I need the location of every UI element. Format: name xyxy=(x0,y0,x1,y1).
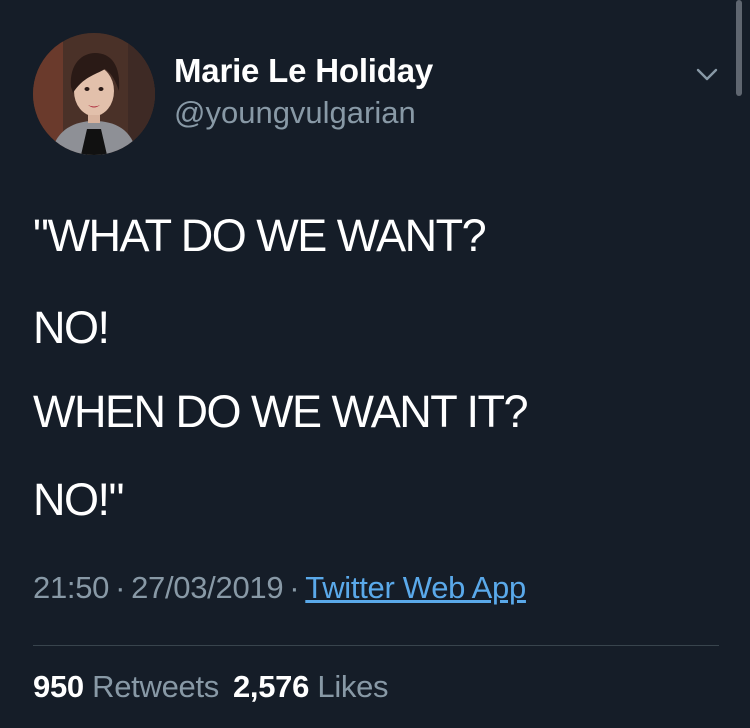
tweet-date[interactable]: 27/03/2019 xyxy=(131,570,283,605)
tweet-text-line: WHEN DO WE WANT IT? xyxy=(33,386,529,437)
display-name[interactable]: Marie Le Holiday xyxy=(174,52,433,90)
separator: · xyxy=(289,570,300,605)
likes-stat[interactable]: 2,576 Likes xyxy=(232,669,389,704)
tweet-text-line: "WHAT DO WE WANT? xyxy=(33,210,487,261)
scrollbar-thumb[interactable] xyxy=(736,0,742,96)
likes-label: Likes xyxy=(317,669,389,704)
username-handle[interactable]: @youngvulgarian xyxy=(174,95,416,131)
tweet-text-line: NO! xyxy=(33,302,110,353)
tweet-source-link[interactable]: Twitter Web App xyxy=(305,570,526,605)
tweet-time[interactable]: 21:50 xyxy=(33,570,109,605)
tweet-stats: 950 Retweets 2,576 Likes xyxy=(33,669,389,705)
retweets-label: Retweets xyxy=(92,669,219,704)
separator: · xyxy=(115,570,126,605)
tweet-metadata: 21:50 · 27/03/2019 · Twitter Web App xyxy=(33,570,526,606)
likes-count: 2,576 xyxy=(232,669,310,704)
avatar-image xyxy=(33,33,155,155)
tweet-detail: Marie Le Holiday @youngvulgarian "WHAT D… xyxy=(0,0,750,728)
avatar[interactable] xyxy=(33,33,155,155)
retweets-stat[interactable]: 950 Retweets xyxy=(33,669,219,704)
chevron-down-icon[interactable] xyxy=(692,62,722,86)
tweet-text-line: NO!" xyxy=(33,474,124,525)
retweets-count: 950 xyxy=(33,669,84,704)
divider xyxy=(33,645,719,646)
